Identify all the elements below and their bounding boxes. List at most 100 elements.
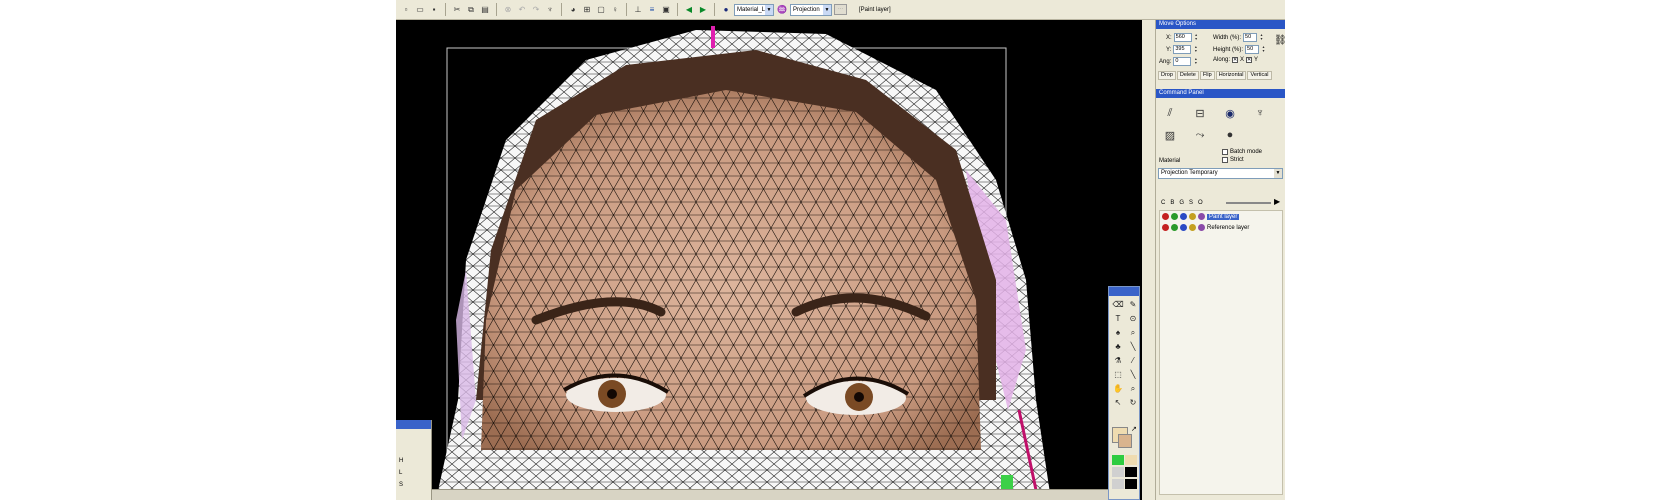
strict-checkbox[interactable] — [1222, 157, 1228, 163]
layer-row-reference[interactable]: Reference layer — [1160, 222, 1282, 233]
batch-mode-checkbox[interactable] — [1222, 149, 1228, 155]
color-chip-gray-2[interactable] — [1112, 479, 1124, 489]
height-label: Height (%): — [1213, 46, 1244, 53]
swap-colors-icon[interactable]: ↗ — [1131, 425, 1137, 433]
layer-spec-icon[interactable] — [1189, 213, 1196, 220]
material-combo-value: Material_L — [737, 6, 766, 13]
fill-icon[interactable]: ⚗ — [1111, 354, 1125, 367]
clone-icon[interactable]: ⊙ — [1126, 312, 1140, 325]
delete-button[interactable]: Delete — [1176, 71, 1199, 80]
open-icon[interactable]: ▭ — [414, 3, 426, 16]
horizontal-button[interactable]: Horizontal — [1215, 71, 1247, 80]
snap-icon[interactable]: ⊥ — [632, 3, 644, 16]
grid-icon[interactable]: ⊞ — [581, 3, 593, 16]
layer-color-visible-icon[interactable] — [1162, 213, 1169, 220]
channel-g-label: G — [1179, 200, 1185, 206]
status-bar — [432, 489, 1108, 500]
zoom-icon[interactable]: ⌕ — [1126, 382, 1140, 395]
layer-row-paint[interactable]: Paint layer — [1160, 211, 1282, 222]
stamp-icon[interactable]: ♣ — [1111, 340, 1125, 353]
frame-icon[interactable]: ▢ — [595, 3, 607, 16]
redo-icon[interactable]: ↷ — [530, 3, 542, 16]
new-layer-icon[interactable]: ▶ — [1274, 197, 1280, 206]
line-icon[interactable]: ╲ — [1126, 340, 1140, 353]
hand-icon[interactable]: ✋ — [1111, 382, 1125, 395]
smudge-icon[interactable]: ⌕ — [1126, 326, 1140, 339]
ang-spinner[interactable]: ▴ ▾ — [1193, 57, 1198, 66]
layer-gloss-icon[interactable] — [1180, 224, 1187, 231]
x-spinner[interactable]: ▴ ▾ — [1194, 33, 1199, 42]
width-spinner[interactable]: ▴ ▾ — [1259, 33, 1264, 42]
projection-combo-value: Projection — [793, 6, 820, 13]
brush-icon[interactable]: ✎ — [1126, 298, 1140, 311]
delete-icon[interactable]: ⊗ — [502, 3, 514, 16]
layer-opacity-icon[interactable] — [1198, 224, 1205, 231]
color-chip-green[interactable] — [1112, 455, 1124, 465]
sphere-icon[interactable]: ◕ — [567, 3, 579, 16]
command-panel-title: Command Panel — [1156, 89, 1285, 98]
pointer-icon[interactable]: ↖ — [1111, 396, 1125, 409]
object-icon[interactable]: ▣ — [660, 3, 672, 16]
object-mode-icon[interactable]: ▨ — [1159, 125, 1181, 145]
height-input[interactable]: 50 — [1245, 45, 1260, 54]
layer-bump-icon[interactable] — [1171, 213, 1178, 220]
light-mode-icon[interactable]: ♆ — [1249, 103, 1271, 123]
channel-o-label: O — [1198, 200, 1203, 206]
layer-opacity-icon[interactable] — [1198, 213, 1205, 220]
vertical-button[interactable]: Vertical — [1247, 71, 1272, 80]
material-select-value: Projection Temporary — [1161, 170, 1218, 176]
ang-input[interactable]: 0 — [1173, 57, 1192, 66]
color-chip-tan[interactable] — [1125, 455, 1137, 465]
sphere-mode-icon[interactable]: ◉ — [1219, 103, 1241, 123]
marquee-icon[interactable]: ⬚ — [1111, 368, 1125, 381]
color-chip-black[interactable] — [1125, 467, 1137, 477]
projection-combo[interactable]: Projection ▼ — [790, 3, 832, 16]
projection-options-button[interactable]: ··· — [834, 4, 847, 15]
eraser-icon[interactable]: ⌫ — [1111, 298, 1125, 311]
cut-icon[interactable]: ✂ — [451, 3, 463, 16]
material-combo[interactable]: Material_L ▼ — [734, 3, 774, 16]
layer-spec-icon[interactable] — [1189, 224, 1196, 231]
eyedropper-icon[interactable]: ⁄ — [1126, 354, 1140, 367]
layer-gloss-icon[interactable] — [1180, 213, 1187, 220]
y-input[interactable]: 395 — [1173, 45, 1192, 54]
undo-icon[interactable]: ↶ — [516, 3, 528, 16]
next-icon[interactable]: ▶ — [697, 3, 709, 16]
x-input[interactable]: 560 — [1173, 33, 1192, 42]
material-label: Material — [1159, 158, 1181, 164]
along-y-checkbox[interactable]: ✕ — [1246, 57, 1253, 63]
height-spinner[interactable]: ▴ ▾ — [1261, 45, 1266, 54]
drop-button[interactable]: Drop — [1158, 71, 1176, 80]
text-icon[interactable]: T — [1111, 312, 1125, 325]
new-icon[interactable]: ▫ — [400, 3, 412, 16]
view-icon[interactable]: ≡ — [646, 3, 658, 16]
move-options-title: Move Options — [1156, 20, 1285, 29]
sculpt-icon[interactable]: ♆ — [544, 3, 556, 16]
uv-mode-icon[interactable]: ⤳ — [1189, 125, 1211, 145]
rotate-icon[interactable]: ↻ — [1126, 396, 1140, 409]
copy-icon[interactable]: ⧉ — [465, 3, 477, 16]
paste-icon[interactable]: ▤ — [479, 3, 491, 16]
color-chip-gray[interactable] — [1112, 467, 1124, 477]
paint-mode-icon[interactable]: ⫽ — [1159, 103, 1181, 123]
h-label: H — [399, 458, 404, 464]
bulb-icon[interactable]: ♀ — [609, 3, 621, 16]
layer-bump-icon[interactable] — [1171, 224, 1178, 231]
stroke-icon[interactable]: ╲ — [1126, 368, 1140, 381]
color-chip-black-2[interactable] — [1125, 479, 1137, 489]
opacity-slider[interactable] — [1226, 202, 1271, 204]
lock-ratio-icon[interactable]: ⛓ — [1274, 35, 1285, 46]
flip-button[interactable]: Flip — [1199, 71, 1215, 80]
material-select[interactable]: Projection Temporary ▼ — [1158, 168, 1283, 179]
projection-mode-icon[interactable]: ⊟ — [1189, 103, 1211, 123]
layer-color-visible-icon[interactable] — [1162, 224, 1169, 231]
width-input[interactable]: 50 — [1243, 33, 1258, 42]
background-color-swatch[interactable] — [1118, 434, 1132, 448]
paint-viewport[interactable] — [396, 20, 1142, 500]
y-spinner[interactable]: ▴ ▾ — [1193, 45, 1198, 54]
material-mode-icon[interactable]: ● — [1219, 125, 1241, 145]
save-icon[interactable]: ▪ — [428, 3, 440, 16]
prev-icon[interactable]: ◀ — [683, 3, 695, 16]
pen-icon[interactable]: ♠ — [1111, 326, 1125, 339]
along-x-checkbox[interactable]: ✕ — [1232, 57, 1239, 63]
